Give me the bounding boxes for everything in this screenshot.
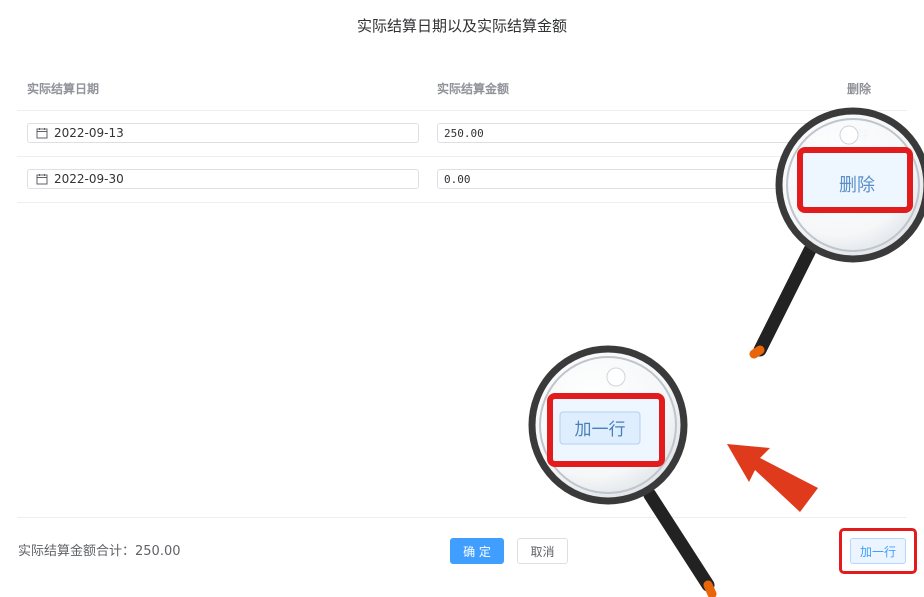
amount-value: 0.00 bbox=[444, 172, 471, 186]
date-picker[interactable]: 2022-09-13 bbox=[27, 123, 419, 143]
add-row-highlight: 加一行 bbox=[839, 528, 917, 574]
amount-input[interactable]: 0.00 bbox=[437, 169, 829, 189]
total-amount: 实际结算金额合计：250.00 bbox=[18, 544, 181, 559]
footer-divider bbox=[17, 517, 907, 518]
amount-value: 250.00 bbox=[444, 126, 484, 140]
table-row: 2022-09-30 0.00 删除 bbox=[17, 157, 907, 203]
table-header: 实际结算日期 实际结算金额 删除 bbox=[17, 66, 907, 111]
date-picker[interactable]: 2022-09-30 bbox=[27, 169, 419, 189]
date-value: 2022-09-13 bbox=[54, 126, 124, 140]
calendar-icon bbox=[36, 128, 48, 139]
add-row-button[interactable]: 加一行 bbox=[850, 538, 906, 564]
settlement-table: 实际结算日期 实际结算金额 删除 2022-09-13 250.00 删除 20… bbox=[17, 66, 907, 203]
confirm-button[interactable]: 确 定 bbox=[450, 538, 504, 564]
date-value: 2022-09-30 bbox=[54, 172, 124, 186]
delete-button[interactable]: 删除 bbox=[845, 126, 869, 143]
header-date: 实际结算日期 bbox=[27, 82, 100, 96]
calendar-icon bbox=[36, 174, 48, 185]
arrow-icon bbox=[727, 444, 818, 512]
dialog-title: 实际结算日期以及实际结算金额 bbox=[356, 17, 567, 35]
header-delete: 删除 bbox=[847, 82, 872, 96]
magnifier-add-label: 加一行 bbox=[575, 420, 626, 440]
amount-input[interactable]: 250.00 bbox=[437, 123, 829, 143]
delete-button[interactable]: 删除 bbox=[845, 172, 869, 189]
header-amount: 实际结算金额 bbox=[437, 82, 510, 96]
table-row: 2022-09-13 250.00 删除 bbox=[17, 111, 907, 157]
cancel-button[interactable]: 取消 bbox=[517, 538, 568, 564]
